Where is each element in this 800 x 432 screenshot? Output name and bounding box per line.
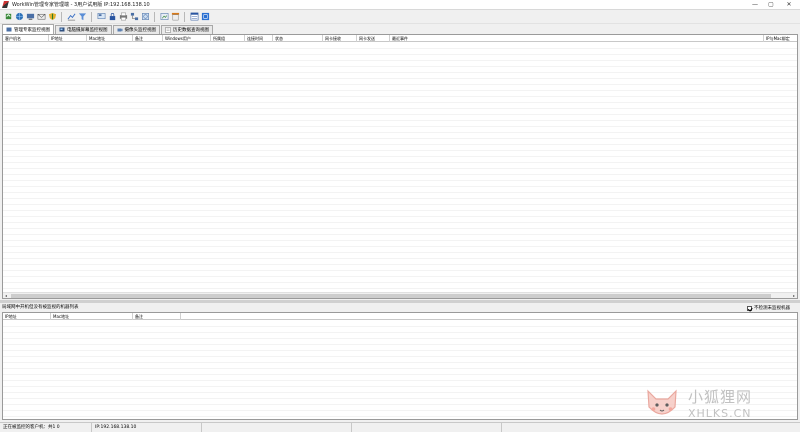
column-header[interactable]: 客户机名 [3, 35, 49, 42]
download-icon[interactable] [170, 11, 180, 22]
title-bar[interactable]: WorkWin管理专家管理端 - 3用户试用版 IP:192.168.138.1… [0, 0, 800, 10]
checkbox-label: 不检测未监视机器 [754, 306, 790, 311]
shield-icon[interactable] [47, 11, 57, 22]
status-ip: IP:192.168.138.10 [92, 423, 202, 432]
toolbar-separator [184, 11, 185, 22]
column-header[interactable]: IP地址 [49, 35, 87, 42]
status-cell [202, 423, 352, 432]
column-header[interactable]: 备注 [133, 35, 163, 42]
screen-icon[interactable] [96, 11, 106, 22]
refresh-icon[interactable] [3, 11, 13, 22]
status-cell [502, 423, 800, 432]
scroll-right-icon[interactable]: ▸ [791, 293, 797, 298]
window-title: WorkWin管理专家管理端 - 3用户试用版 IP:192.168.138.1… [12, 2, 150, 8]
chart-icon[interactable] [66, 11, 76, 22]
window-icon[interactable] [189, 11, 199, 22]
scrollbar-thumb[interactable] [11, 294, 771, 298]
horizontal-scrollbar[interactable]: ◂ ▸ [3, 292, 797, 298]
table-header-row: 客户机名 IP地址 Mac地址 备注 Windows用户 所属组 连接时间 状态… [3, 35, 797, 42]
monitor-icon[interactable] [25, 11, 35, 22]
filter-icon[interactable] [77, 11, 87, 22]
column-header[interactable]: IP与Mac绑定 [764, 35, 797, 42]
watermark-text: 小狐狸网 XHLKS.CN [688, 386, 752, 420]
status-cell [352, 423, 502, 432]
unmonitored-list-label: 局域网中开机但没有被监视的机器列表 [2, 305, 79, 310]
watermark: 小狐狸网 XHLKS.CN [642, 382, 792, 424]
table-header-row: IP地址 Mac地址 备注 [3, 313, 797, 320]
tab-label: 摄像头监控视图 [124, 28, 157, 33]
scroll-left-icon[interactable]: ◂ [3, 293, 9, 298]
close-button[interactable]: ✕ [780, 1, 798, 8]
column-header[interactable]: 最近事件 [390, 35, 764, 42]
tab-label: 电脑摄屏幕监控视图 [67, 28, 108, 33]
window-controls: — ▢ ✕ [748, 1, 798, 8]
mail-icon[interactable] [36, 11, 46, 22]
fox-logo-icon [642, 383, 682, 423]
minimize-button[interactable]: — [748, 1, 762, 8]
column-header[interactable]: 所属组 [211, 35, 245, 42]
printer-icon[interactable] [118, 11, 128, 22]
column-header[interactable]: 连接时间 [245, 35, 273, 42]
checkbox[interactable] [747, 305, 752, 311]
toolbar [0, 10, 800, 24]
pane-splitter[interactable] [0, 300, 800, 303]
view-tabs: 管理专家监控视图 电脑摄屏幕监控视图 摄像头监控视图 历史数据查询视图 [0, 24, 800, 34]
column-header[interactable]: Mac地址 [51, 313, 133, 320]
network-icon[interactable] [129, 11, 139, 22]
history-icon[interactable] [140, 11, 150, 22]
column-header[interactable]: Mac地址 [87, 35, 133, 42]
lock-icon[interactable] [107, 11, 117, 22]
help-icon[interactable] [200, 11, 210, 22]
screen-icon [59, 27, 65, 33]
tab-label: 历史数据查询视图 [173, 28, 209, 33]
column-header[interactable]: 网卡接收 [323, 35, 357, 42]
column-header[interactable]: 备注 [133, 313, 181, 320]
column-header[interactable]: IP地址 [3, 313, 51, 320]
toolbar-separator [154, 11, 155, 22]
globe-icon[interactable] [14, 11, 24, 22]
watermark-cn: 小狐狸网 [688, 388, 753, 406]
app-window: WorkWin管理专家管理端 - 3用户试用版 IP:192.168.138.1… [0, 0, 800, 432]
client-list-table[interactable]: 客户机名 IP地址 Mac地址 备注 Windows用户 所属组 连接时间 状态… [2, 34, 798, 299]
status-client-count: 正在被监控的客户机：共1 0 [0, 423, 92, 432]
monitor-icon [6, 27, 12, 33]
skip-unmonitored-checkbox[interactable]: 不检测未监视机器 [747, 304, 790, 312]
empty-row [3, 283, 797, 289]
history-icon [165, 27, 171, 33]
column-header[interactable]: Windows用户 [163, 35, 211, 42]
column-header[interactable]: 网卡发送 [357, 35, 390, 42]
tab-history-query[interactable]: 历史数据查询视图 [161, 25, 213, 34]
maximize-button[interactable]: ▢ [764, 1, 778, 8]
table-body[interactable] [3, 43, 797, 291]
toolbar-separator [61, 11, 62, 22]
tab-label: 管理专家监控视图 [14, 27, 50, 33]
tab-screen-monitor[interactable]: 电脑摄屏幕监控视图 [55, 25, 112, 34]
watermark-en: XHLKS.CN [688, 407, 752, 420]
toolbar-separator [91, 11, 92, 22]
column-header[interactable]: 状态 [273, 35, 323, 42]
camera-icon [117, 27, 123, 33]
tab-camera-monitor[interactable]: 摄像头监控视图 [112, 25, 160, 34]
tab-admin-monitor[interactable]: 管理专家监控视图 [2, 24, 54, 34]
app-logo-icon [2, 1, 9, 8]
capture-icon[interactable] [159, 11, 169, 22]
